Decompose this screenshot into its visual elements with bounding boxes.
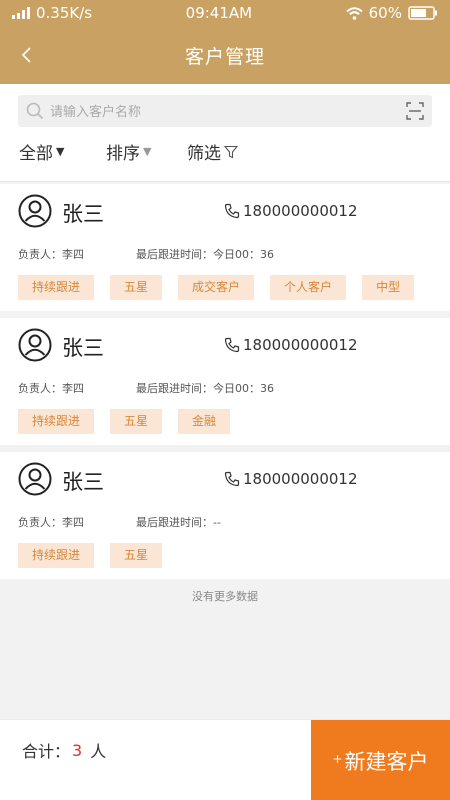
last-followup-label: 最后跟进时间：今日00：36 — [136, 382, 274, 395]
no-more-data-label: 没有更多数据 — [192, 590, 258, 603]
bottom-bar: 合计： 3 人 + 新建客户 — [0, 719, 450, 800]
last-followup-label: 最后跟进时间：今日00：36 — [136, 248, 274, 261]
tag: 五星 — [110, 409, 163, 434]
tag-list: 持续跟进 五星 成交客户 个人客户 中型 — [18, 275, 415, 300]
search-icon — [26, 102, 44, 120]
status-right: 60% — [345, 4, 438, 22]
battery-icon — [408, 6, 437, 20]
network-speed: 0.35K/s — [36, 4, 93, 22]
wifi-icon — [345, 6, 363, 20]
customer-phone[interactable]: 180000000012 — [224, 336, 358, 354]
chevron-left-icon — [21, 47, 31, 63]
phone-number: 180000000012 — [243, 470, 358, 488]
avatar-icon — [18, 328, 52, 362]
battery-percent: 60% — [368, 4, 402, 22]
top-bar: 0.35K/s 09:41AM 60% 客户管理 — [0, 0, 450, 84]
search-panel: 全部 ▼ 排序 ▼ 筛选 — [0, 84, 450, 182]
owner-label: 负责人：李四 — [18, 248, 84, 261]
customer-phone[interactable]: 180000000012 — [224, 202, 358, 220]
customer-card[interactable]: 张三 180000000012 负责人：李四 最后跟进时间：今日00：36 持续… — [0, 318, 450, 445]
customer-card[interactable]: 张三 180000000012 负责人：李四 最后跟进时间：今日00：36 持续… — [0, 184, 450, 311]
tag: 成交客户 — [178, 275, 255, 300]
avatar-icon — [18, 462, 52, 496]
page-title: 客户管理 — [184, 45, 265, 68]
nav-bar: 客户管理 — [0, 26, 450, 84]
tag: 五星 — [110, 275, 163, 300]
new-customer-label: 新建客户 — [344, 749, 429, 774]
filter-bar: 全部 ▼ 排序 ▼ 筛选 — [0, 139, 450, 169]
tag: 持续跟进 — [18, 543, 95, 568]
filter-screen[interactable]: 筛选 — [187, 139, 238, 164]
total-count: 3 — [72, 740, 83, 760]
owner-label: 负责人：李四 — [18, 382, 84, 395]
new-customer-button[interactable]: + 新建客户 — [311, 720, 450, 800]
phone-number: 180000000012 — [243, 336, 358, 354]
plus-icon: + — [332, 751, 343, 766]
total-summary: 合计： 3 人 — [22, 738, 106, 762]
back-button[interactable] — [14, 40, 38, 70]
tag: 五星 — [110, 543, 163, 568]
filter-screen-label: 筛选 — [187, 144, 221, 164]
customer-list: 张三 180000000012 负责人：李四 最后跟进时间：今日00：36 持续… — [0, 184, 450, 586]
tag: 金融 — [178, 409, 231, 434]
tag: 持续跟进 — [18, 275, 95, 300]
owner-label: 负责人：李四 — [18, 516, 84, 529]
customer-card[interactable]: 张三 180000000012 负责人：李四 最后跟进时间：-- 持续跟进 五星 — [0, 452, 450, 579]
filter-sort[interactable]: 排序 ▼ — [106, 139, 151, 164]
customer-name: 张三 — [62, 336, 104, 360]
filter-all[interactable]: 全部 ▼ — [19, 139, 64, 164]
scan-icon[interactable] — [406, 102, 424, 120]
caret-down-icon: ▼ — [143, 145, 152, 158]
status-bar: 0.35K/s 09:41AM 60% — [0, 0, 450, 26]
search-bar[interactable] — [18, 95, 432, 127]
phone-icon — [224, 203, 240, 219]
status-time: 09:41AM — [185, 4, 253, 22]
filter-sort-label: 排序 — [106, 144, 140, 164]
filter-all-label: 全部 — [19, 144, 53, 164]
phone-icon — [224, 337, 240, 353]
caret-down-icon: ▼ — [56, 145, 65, 158]
tag: 中型 — [362, 275, 415, 300]
avatar-icon — [18, 194, 52, 228]
customer-name: 张三 — [62, 470, 104, 494]
search-input[interactable] — [50, 103, 380, 119]
tag-list: 持续跟进 五星 — [18, 543, 163, 568]
status-left: 0.35K/s — [12, 4, 92, 22]
last-followup-label: 最后跟进时间：-- — [136, 516, 221, 529]
filter-icon — [224, 145, 238, 158]
signal-icon — [12, 7, 30, 19]
phone-number: 180000000012 — [243, 202, 358, 220]
customer-name: 张三 — [62, 202, 104, 226]
tag: 持续跟进 — [18, 409, 95, 434]
tag: 个人客户 — [270, 275, 347, 300]
total-label: 合计： — [22, 742, 71, 761]
phone-icon — [224, 471, 240, 487]
tag-list: 持续跟进 五星 金融 — [18, 409, 231, 434]
customer-phone[interactable]: 180000000012 — [224, 470, 358, 488]
total-unit: 人 — [90, 742, 107, 761]
